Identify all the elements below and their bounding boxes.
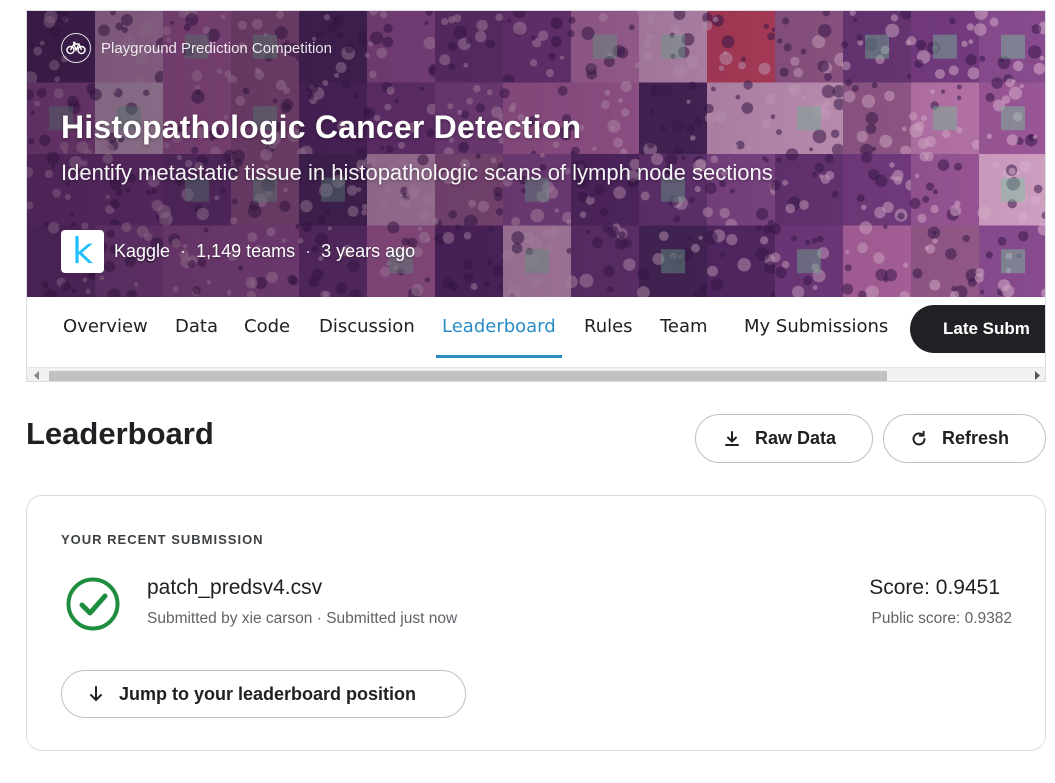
late-submission-button[interactable]: Late Subm — [910, 305, 1045, 353]
refresh-label: Refresh — [942, 428, 1010, 448]
bicycle-icon — [61, 33, 91, 63]
host-info: k Kaggle · 1,149 teams · 3 years ago — [61, 230, 415, 273]
submission-meta: Submitted by xie carson · Submitted just… — [147, 610, 458, 627]
section-label: YOUR RECENT SUBMISSION — [61, 532, 264, 547]
tab-overview[interactable]: Overview — [63, 316, 148, 337]
public-score: Public score: 0.9382 — [871, 610, 1012, 627]
tabs-scrollbar[interactable] — [27, 367, 1045, 381]
refresh-icon — [912, 430, 926, 445]
competition-age: 3 years ago — [321, 241, 416, 261]
tab-my-submissions[interactable]: My Submissions — [744, 316, 888, 337]
scrollbar-thumb[interactable] — [49, 371, 887, 381]
refresh-button[interactable]: Refresh — [883, 414, 1046, 463]
competition-subtitle: Identify metastatic tissue in histopatho… — [61, 160, 773, 185]
tab-leaderboard[interactable]: Leaderboard — [442, 316, 556, 337]
submission-score: Score: 0.9451 — [869, 576, 1000, 599]
team-count: 1,149 teams — [196, 241, 296, 261]
recent-submission-card: YOUR RECENT SUBMISSION patch_predsv4.csv… — [26, 495, 1046, 751]
raw-data-button[interactable]: Raw Data — [695, 414, 873, 463]
separator-dot: · — [180, 241, 187, 261]
competition-type: Playground Prediction Competition — [61, 33, 332, 63]
separator-dot: · — [305, 241, 312, 261]
competition-header: Playground Prediction Competition Histop… — [26, 10, 1046, 382]
kaggle-logo[interactable]: k — [61, 230, 104, 273]
submission-file-name[interactable]: patch_predsv4.csv — [147, 576, 322, 600]
competition-title: Histopathologic Cancer Detection — [61, 109, 582, 145]
download-icon — [725, 430, 739, 446]
tab-rules[interactable]: Rules — [584, 316, 633, 337]
scroll-right-arrow-icon[interactable] — [1027, 368, 1045, 381]
tab-discussion[interactable]: Discussion — [319, 316, 415, 337]
tab-team[interactable]: Team — [660, 316, 708, 337]
competition-type-label: Playground Prediction Competition — [101, 39, 332, 57]
raw-data-label: Raw Data — [755, 428, 837, 448]
jump-to-position-button[interactable]: Jump to your leaderboard position — [61, 670, 466, 718]
tab-data[interactable]: Data — [175, 316, 218, 337]
page-title: Leaderboard — [26, 416, 214, 451]
host-name[interactable]: Kaggle — [114, 241, 170, 262]
scroll-left-arrow-icon[interactable] — [27, 368, 47, 381]
jump-label: Jump to your leaderboard position — [119, 683, 417, 704]
active-tab-indicator — [436, 355, 562, 358]
tab-code[interactable]: Code — [244, 316, 290, 337]
arrow-down-icon — [90, 686, 102, 701]
competition-tabs: Overview Data Code Discussion Leaderboar… — [27, 297, 1045, 367]
hero-banner: Playground Prediction Competition Histop… — [27, 11, 1045, 297]
success-check-icon — [66, 577, 120, 631]
